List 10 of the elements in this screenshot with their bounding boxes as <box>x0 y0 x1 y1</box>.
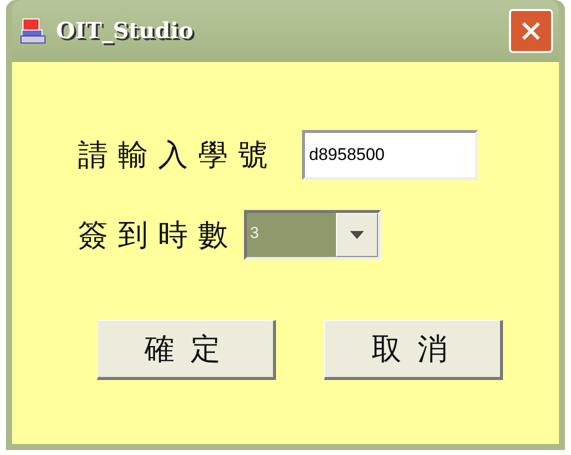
window-title: OIT_Studio <box>56 18 194 44</box>
dropdown-arrow-icon <box>350 231 364 239</box>
field-label: 簽到時數 <box>78 216 238 254</box>
close-icon <box>520 20 542 42</box>
dialog-button[interactable]: 確定 <box>97 320 276 380</box>
dialog-button[interactable]: 取消 <box>324 320 503 380</box>
input-field[interactable]: d8958500 <box>302 130 478 180</box>
close-button[interactable] <box>509 9 553 53</box>
field-label: 請輸入學號 <box>78 136 278 174</box>
app-icon <box>20 17 46 45</box>
